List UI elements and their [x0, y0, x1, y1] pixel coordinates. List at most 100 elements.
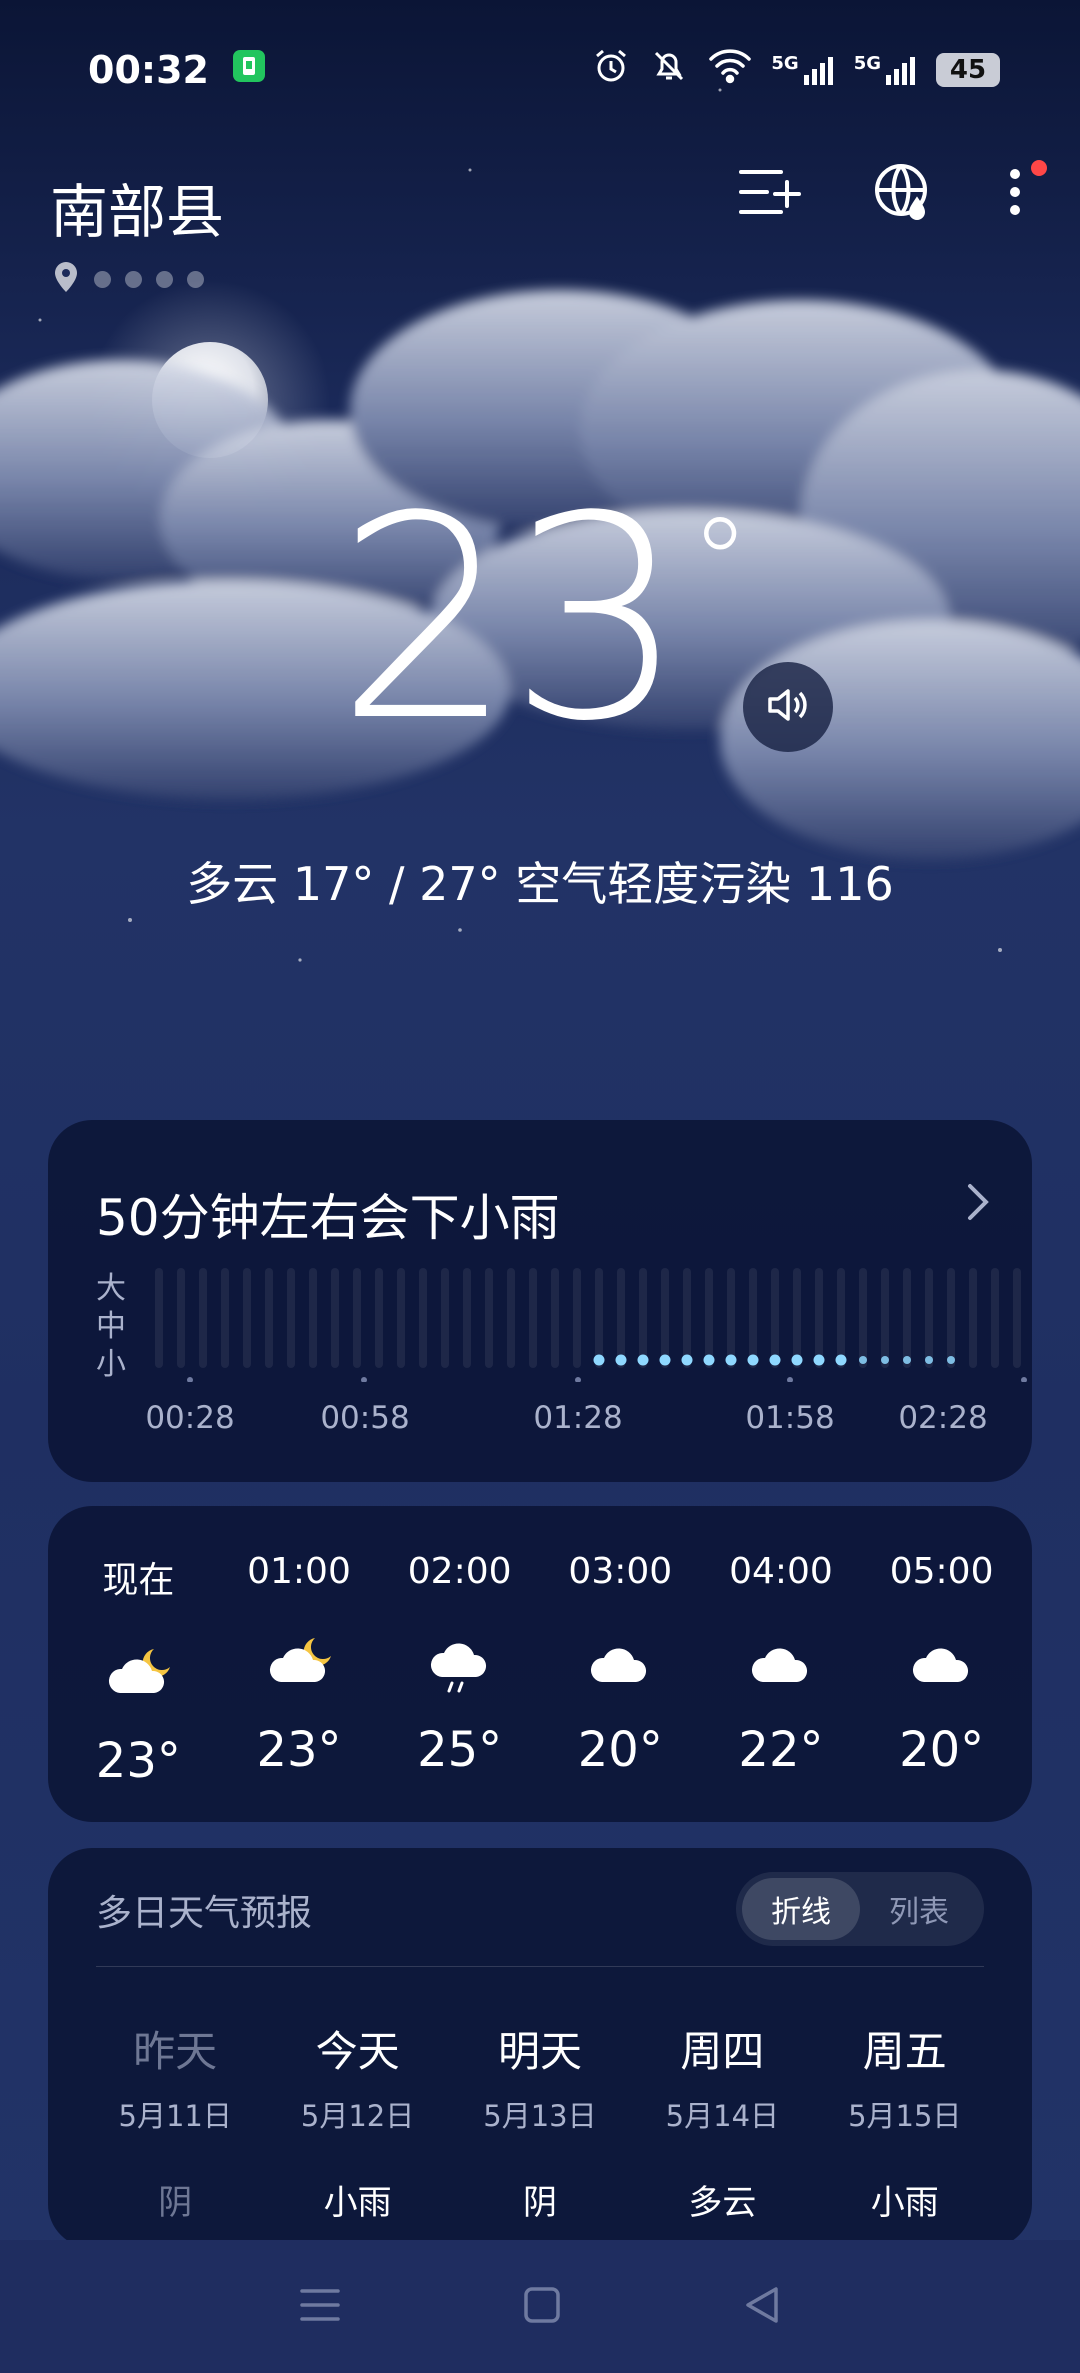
rain-intensity-mark [925, 1356, 933, 1364]
rain-time-label: 01:28 [533, 1400, 623, 1436]
day-condition: 小雨 [870, 2183, 939, 2223]
rain-bar-track [507, 1268, 515, 1368]
city-name[interactable]: 南部县 [50, 165, 224, 249]
day-date: 5月15日 [848, 2099, 962, 2133]
hourly-time: 02:00 [407, 1551, 512, 1592]
rain-bar-track [397, 1268, 405, 1368]
chevron-right-icon[interactable] [966, 1182, 990, 1226]
rain-bar-track [309, 1268, 317, 1368]
rain-time-tick [787, 1377, 793, 1382]
page-dot [94, 270, 111, 288]
rain-time-label: 00:28 [145, 1400, 235, 1436]
rain-bar-track [749, 1268, 757, 1368]
rain-bar-track [353, 1268, 361, 1368]
day-condition: 多云 [688, 2183, 757, 2223]
rain-level-labels: 大 中 小 [96, 1270, 126, 1384]
view-toggle[interactable]: 折线 列表 [736, 1872, 984, 1946]
weather-summary: 多云 17° / 27° 空气轻度污染 116 [186, 857, 894, 911]
day-condition: 阴 [522, 2183, 557, 2223]
add-city-icon[interactable] [737, 164, 801, 224]
hourly-forecast-card[interactable]: 现在 23° 01:00 23° 02:00 25° 03:00 20° 04:00 22° 05:… [48, 1506, 1032, 1822]
wifi-icon [707, 47, 753, 94]
speaker-icon [766, 685, 810, 729]
page-dot [187, 270, 204, 288]
rain-time-label: 01:58 [745, 1400, 835, 1436]
voice-broadcast-button[interactable] [743, 662, 833, 752]
rain-time-label: 02:28 [898, 1400, 988, 1436]
rain-intensity-mark [725, 1354, 737, 1366]
level-light-label: 小 [96, 1347, 126, 1382]
daily-forecast-card[interactable]: 多日天气预报 折线 列表 昨天 5月11日阴 今天 5月12日 小雨 明天 5月13日阴 周四… [48, 1848, 1032, 2284]
header-actions [737, 160, 1047, 228]
day-name: 明天 [497, 2027, 582, 2076]
back-nav-icon[interactable] [742, 2285, 782, 2329]
rain-bar-track [265, 1268, 273, 1368]
rain-intensity-mark [835, 1354, 847, 1366]
cloud-icon [745, 1616, 817, 1716]
rain-intensity-mark [747, 1354, 759, 1366]
current-temperature: 23° [335, 457, 750, 783]
level-medium-label: 中 [96, 1309, 126, 1344]
rain-bar-track [705, 1268, 713, 1368]
rain-bar-track [221, 1268, 229, 1368]
rain-bar-track [331, 1268, 339, 1368]
rain-intensity-mark [681, 1354, 693, 1366]
rain-bar-track [1013, 1268, 1021, 1368]
home-nav-icon[interactable] [522, 2285, 562, 2329]
rain-bar-track [595, 1268, 603, 1368]
rain-bar-track [419, 1268, 427, 1368]
hourly-temp: 23° [95, 1733, 181, 1789]
rain-time-tick [187, 1377, 193, 1382]
hourly-item: 03:00 20° [545, 1551, 695, 1789]
rain-bar-track [199, 1268, 207, 1368]
rain-bar-track [793, 1268, 801, 1368]
day-date: 5月14日 [665, 2099, 780, 2133]
hourly-temp: 23° [256, 1722, 342, 1778]
hourly-time: 03:00 [568, 1551, 673, 1592]
rain-bar-track [859, 1268, 867, 1368]
page-dot [156, 270, 173, 288]
globe-icon[interactable] [871, 160, 935, 228]
rain-intensity-mark [659, 1354, 671, 1366]
toggle-list-option[interactable]: 列表 [860, 1878, 978, 1940]
alarm-icon [591, 46, 631, 95]
menu-nav-icon[interactable] [298, 2285, 342, 2329]
app-notification-icon [231, 48, 267, 93]
rain-intensity-mark [791, 1354, 803, 1366]
toggle-chart-option[interactable]: 折线 [742, 1878, 860, 1940]
location-pin-icon [52, 260, 80, 298]
rain-intensity-mark [813, 1354, 825, 1366]
signal-icon: 5G [771, 53, 835, 87]
day-name: 周五 [862, 2027, 947, 2076]
rain-bar-track [287, 1268, 295, 1368]
rain-forecast-card[interactable]: 50分钟左右会下小雨 大 中 小 00:28 00:58 01:28 01:58… [48, 1120, 1032, 1482]
hourly-time: 现在 [102, 1560, 175, 1601]
more-menu-icon[interactable] [1005, 160, 1047, 228]
rain-bar-track [155, 1268, 163, 1368]
rain-intensity-mark [615, 1354, 627, 1366]
day-date: 5月13日 [483, 2099, 597, 2133]
rain-intensity-mark [947, 1356, 955, 1364]
rain-bar-track [177, 1268, 185, 1368]
rain-intensity-mark [769, 1354, 781, 1366]
day-date: 5月12日 [300, 2099, 415, 2133]
rain-time-tick [575, 1377, 581, 1382]
hourly-item: 01:00 23° [224, 1551, 374, 1789]
rain-time-tick [1021, 1377, 1027, 1382]
status-bar: 00:32 5G 5G 45 [88, 40, 1000, 100]
rain-intensity-mark [859, 1356, 867, 1364]
hourly-temp: 25° [417, 1722, 503, 1778]
level-heavy-label: 大 [96, 1271, 126, 1306]
hourly-temp: 20° [899, 1722, 985, 1778]
rain-bar-track [837, 1268, 845, 1368]
hourly-temp: 20° [577, 1722, 663, 1778]
rain-intensity-mark [703, 1354, 715, 1366]
hourly-item: 02:00 25° [385, 1551, 535, 1789]
light-rain-icon [424, 1616, 496, 1716]
rain-bar-track [925, 1268, 933, 1368]
hourly-item: 05:00 20° [867, 1551, 1017, 1789]
day-name: 周四 [680, 2027, 765, 2076]
rain-bar-track [441, 1268, 449, 1368]
day-name: 今天 [315, 2027, 400, 2076]
battery-indicator: 45 [936, 53, 1000, 87]
